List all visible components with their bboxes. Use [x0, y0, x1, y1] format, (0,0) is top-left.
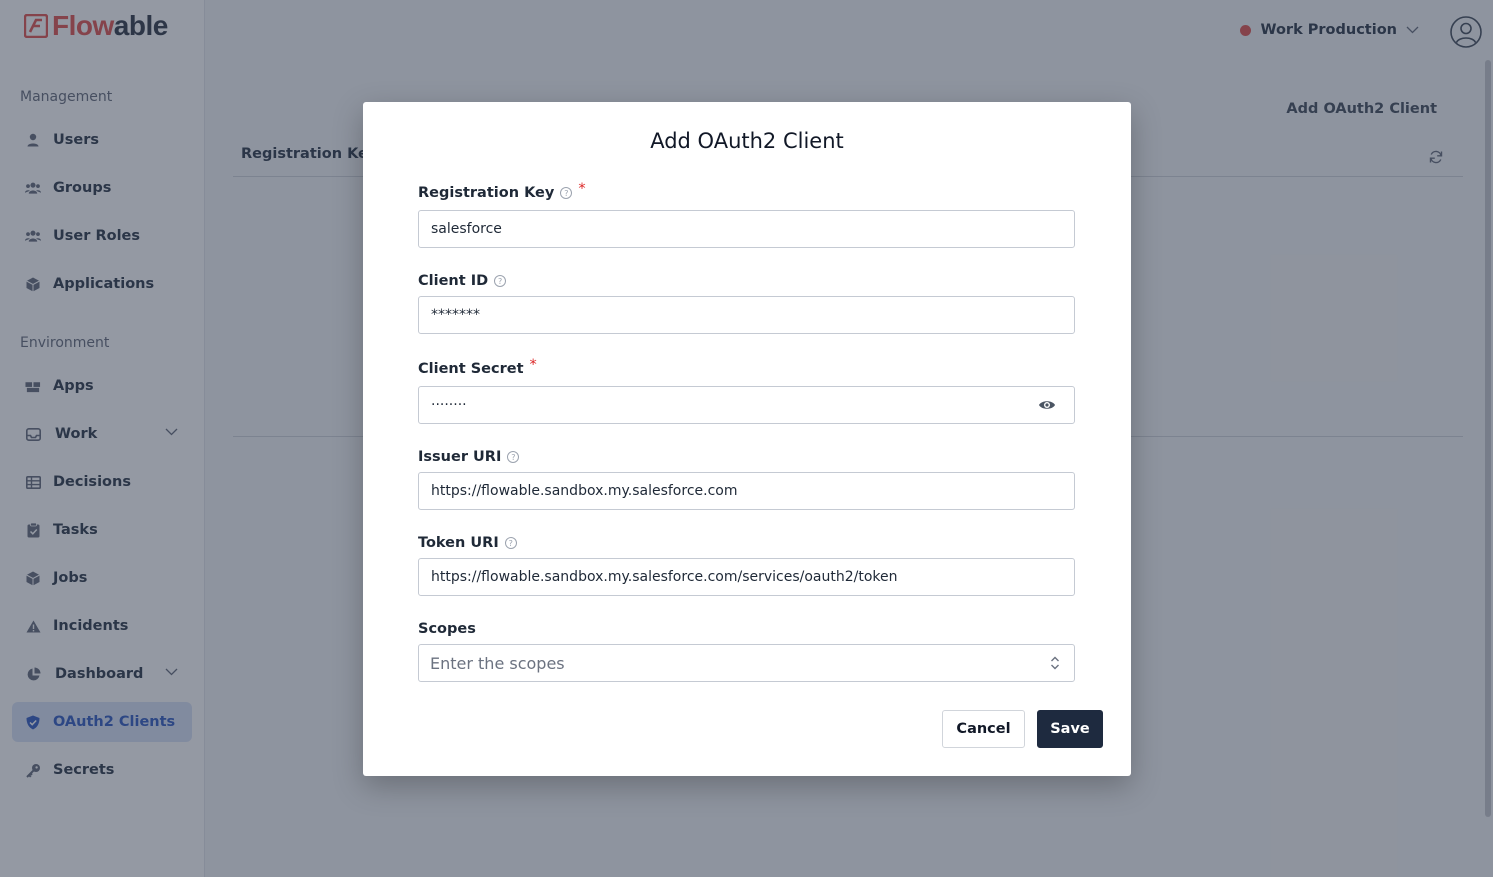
label-text: Issuer URI	[418, 449, 502, 465]
help-icon[interactable]: ?	[507, 451, 520, 463]
token-uri-label: Token URI ?	[418, 535, 517, 551]
client-secret-label: Client Secret *	[418, 357, 537, 377]
client-id-label: Client ID ?	[418, 273, 507, 289]
label-text: Scopes	[418, 621, 476, 637]
required-marker: *	[529, 357, 537, 373]
add-oauth2-client-dialog: Add OAuth2 Client Registration Key ? * C…	[363, 102, 1131, 776]
scopes-input[interactable]	[418, 644, 1075, 682]
registration-key-input[interactable]	[418, 210, 1075, 248]
save-button[interactable]: Save	[1037, 710, 1103, 748]
label-text: Client ID	[418, 273, 489, 289]
help-icon[interactable]: ?	[560, 187, 573, 199]
help-icon[interactable]: ?	[504, 537, 517, 549]
show-password-eye-icon[interactable]	[1038, 396, 1056, 414]
scopes-label: Scopes	[418, 621, 476, 637]
dialog-title: Add OAuth2 Client	[650, 129, 844, 153]
client-id-input[interactable]	[418, 296, 1075, 334]
label-text: Token URI	[418, 535, 499, 551]
issuer-uri-label: Issuer URI ?	[418, 449, 520, 465]
label-text: Client Secret	[418, 361, 524, 377]
issuer-uri-input[interactable]	[418, 472, 1075, 510]
token-uri-input[interactable]	[418, 558, 1075, 596]
cancel-button[interactable]: Cancel	[942, 710, 1025, 748]
label-text: Registration Key	[418, 185, 555, 201]
required-marker: *	[578, 181, 586, 197]
select-arrows-icon[interactable]	[1049, 654, 1061, 672]
client-secret-input[interactable]	[418, 386, 1075, 424]
registration-key-label: Registration Key ? *	[418, 181, 586, 201]
help-icon[interactable]: ?	[494, 275, 507, 287]
